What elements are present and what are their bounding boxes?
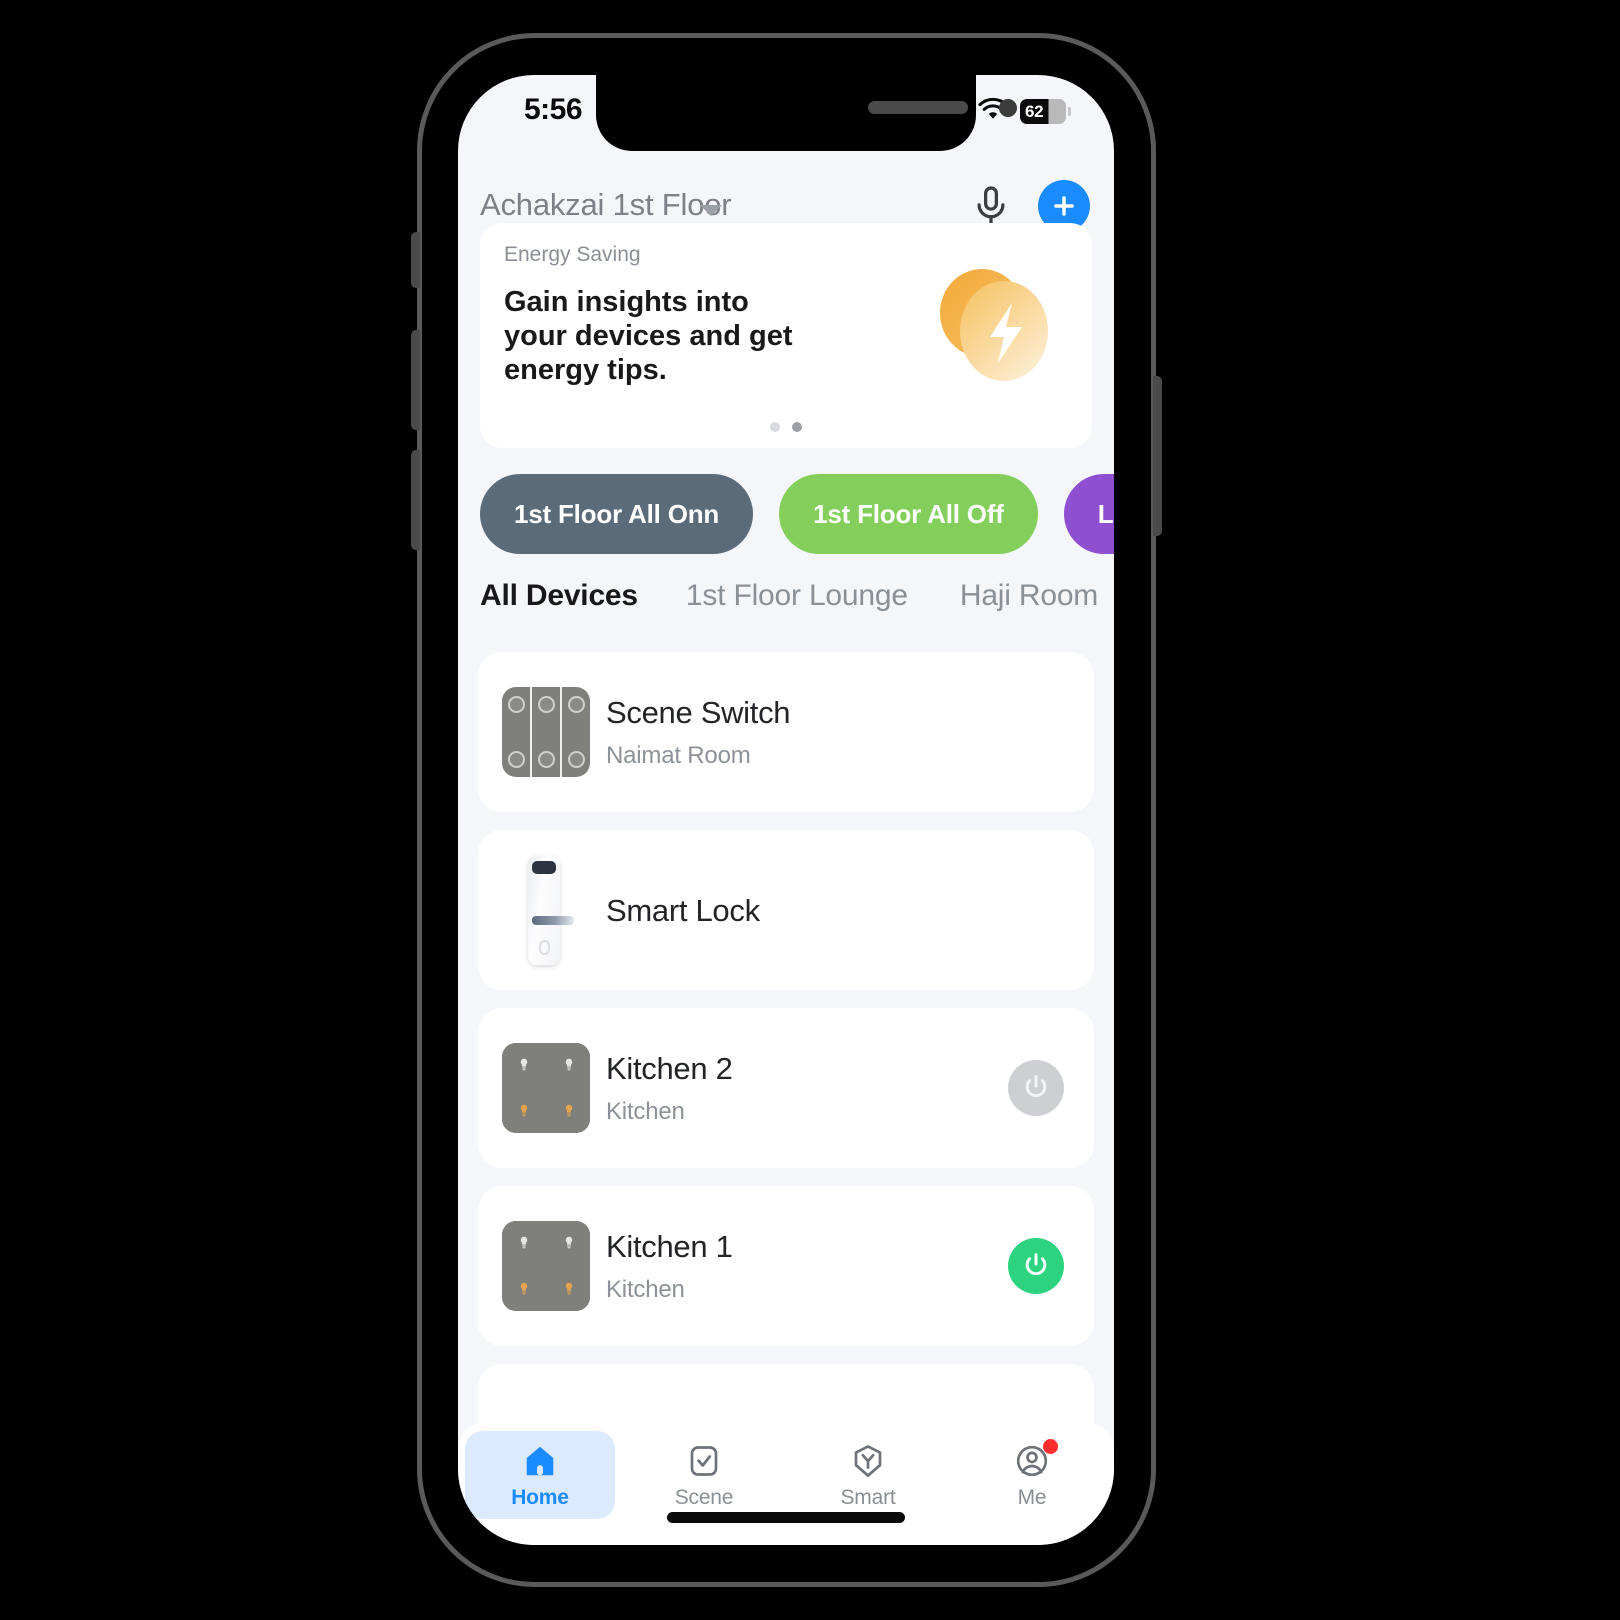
energy-bolt-icon — [924, 265, 1064, 395]
carousel-pager[interactable] — [480, 422, 1092, 432]
power-side-button[interactable] — [1153, 376, 1162, 536]
device-room: Naimat Room — [606, 742, 751, 769]
status-right-cluster: 62 — [977, 97, 1071, 126]
device-room: Kitchen — [606, 1276, 685, 1303]
power-toggle-off[interactable] — [1008, 1060, 1064, 1116]
home-icon — [520, 1441, 560, 1481]
scene-pill-0[interactable]: 1st Floor All Onn — [480, 474, 754, 554]
power-toggle-on[interactable] — [1008, 1238, 1064, 1294]
home-indicator[interactable] — [667, 1512, 905, 1523]
scene-switch-icon — [502, 687, 590, 777]
device-name: Scene Switch — [606, 695, 791, 730]
nav-item-me[interactable]: Me — [950, 1435, 1114, 1515]
tab-haji-room[interactable]: Haji Room — [960, 579, 1098, 613]
tab-all-devices[interactable]: All Devices — [480, 579, 638, 613]
front-camera — [999, 99, 1017, 117]
volume-up-button[interactable] — [411, 330, 420, 430]
dynamic-island-notch — [596, 75, 1017, 151]
nav-label: Smart — [840, 1485, 896, 1509]
nav-item-home[interactable]: Home — [458, 1431, 622, 1519]
tab-1st-floor-lounge[interactable]: 1st Floor Lounge — [686, 579, 908, 613]
four-gang-switch-icon — [502, 1043, 590, 1133]
battery-percent-label: 62 — [1025, 101, 1044, 121]
device-card-kitchen-1[interactable]: Kitchen 1 Kitchen — [478, 1186, 1094, 1346]
device-name: Kitchen 2 — [606, 1051, 733, 1086]
device-name: Smart Lock — [606, 893, 760, 928]
volume-down-button[interactable] — [411, 450, 420, 550]
nav-item-smart[interactable]: Smart — [786, 1435, 950, 1515]
nav-label: Me — [1017, 1485, 1047, 1509]
energy-saving-card[interactable]: Energy Saving Gain insights into your de… — [480, 223, 1092, 448]
nav-label: Scene — [674, 1485, 734, 1509]
check-square-icon — [684, 1441, 724, 1481]
chevron-down-icon[interactable] — [700, 205, 722, 216]
earpiece-speaker — [868, 101, 968, 114]
device-room: Kitchen — [606, 1098, 685, 1125]
bottom-navigation-bar[interactable]: Home Scene Smart Me — [458, 1423, 1114, 1545]
energy-card-title: Gain insights into your devices and get … — [504, 286, 793, 387]
nav-label: Home — [511, 1485, 569, 1509]
scene-shortcut-row[interactable]: 1st Floor All Onn 1st Floor All Off Loun… — [480, 474, 1114, 554]
phone-screen: 5:56 62 Achakzai 1st Floor Energy Saving… — [458, 75, 1114, 1545]
notification-badge — [1043, 1438, 1058, 1454]
status-time: 5:56 — [524, 93, 583, 126]
energy-card-kicker: Energy Saving — [504, 243, 641, 266]
smart-lock-icon — [512, 855, 582, 965]
scene-pill-1[interactable]: 1st Floor All Off — [779, 474, 1038, 554]
device-list: Scene Switch Naimat Room Smart Lock Kitc… — [458, 640, 1114, 1545]
device-card-scene-switch[interactable]: Scene Switch Naimat Room — [478, 652, 1094, 812]
smart-hexagon-icon — [848, 1441, 888, 1481]
device-card-smart-lock[interactable]: Smart Lock — [478, 830, 1094, 990]
device-card-kitchen-2[interactable]: Kitchen 2 Kitchen — [478, 1008, 1094, 1168]
screenshot-stage: 5:56 62 Achakzai 1st Floor Energy Saving… — [0, 0, 1620, 1620]
four-gang-switch-icon — [502, 1221, 590, 1311]
pager-dot-active[interactable] — [792, 422, 802, 432]
account-icon — [1012, 1438, 1058, 1481]
silent-switch-button[interactable] — [411, 232, 420, 288]
home-name-label[interactable]: Achakzai 1st Floor — [480, 187, 732, 223]
pager-dot[interactable] — [770, 422, 780, 432]
battery-indicator: 62 — [1020, 99, 1071, 124]
nav-item-scene[interactable]: Scene — [622, 1435, 786, 1515]
scene-pill-2[interactable]: Lounge Onn — [1063, 474, 1114, 554]
room-tab-bar[interactable]: All Devices 1st Floor Lounge Haji Room — [480, 569, 1114, 623]
device-name: Kitchen 1 — [606, 1229, 733, 1264]
